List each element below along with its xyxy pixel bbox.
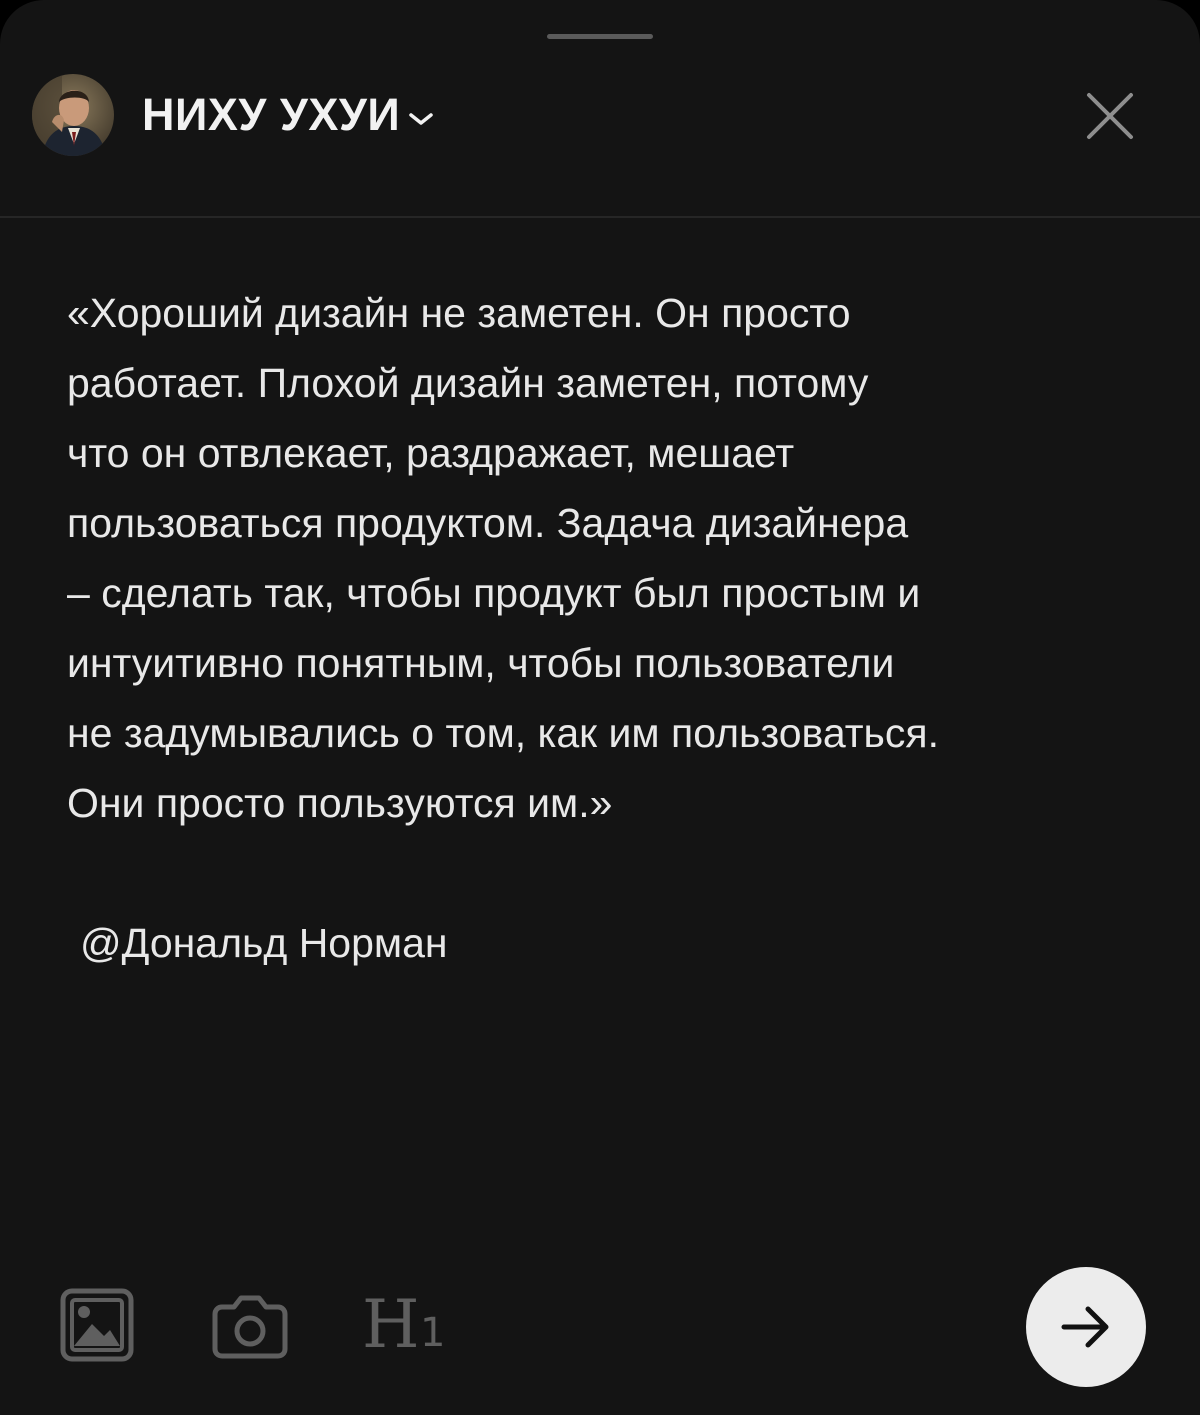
close-button[interactable] [1080, 86, 1140, 146]
heading-level: 1 [420, 1310, 446, 1356]
sheet-grab-handle[interactable] [547, 34, 653, 39]
post-signature: @Дональд Норман [80, 920, 448, 966]
arrow-right-icon [1061, 1306, 1109, 1348]
heading-icon: H [362, 1286, 420, 1363]
account-name: НИХУ УХУИ [142, 89, 401, 140]
image-gallery-icon [60, 1288, 134, 1362]
close-icon [1087, 93, 1133, 139]
heading-button[interactable]: H 1 [362, 1290, 454, 1360]
post-text-editor[interactable]: «Хороший дизайн не заметен. Он просто ра… [67, 278, 1147, 978]
header-divider [0, 216, 1200, 218]
compose-header: НИХУ УХУИ [0, 60, 1200, 216]
camera-button[interactable] [212, 1293, 288, 1359]
camera-icon [212, 1295, 288, 1359]
send-button[interactable] [1026, 1267, 1146, 1387]
attach-image-button[interactable] [60, 1288, 134, 1362]
account-switcher[interactable]: НИХУ УХУИ [32, 74, 436, 156]
chevron-down-icon [409, 113, 433, 125]
compose-sheet: НИХУ УХУИ «Хороший дизайн не заметен. Он… [0, 0, 1200, 1415]
avatar [32, 74, 114, 156]
